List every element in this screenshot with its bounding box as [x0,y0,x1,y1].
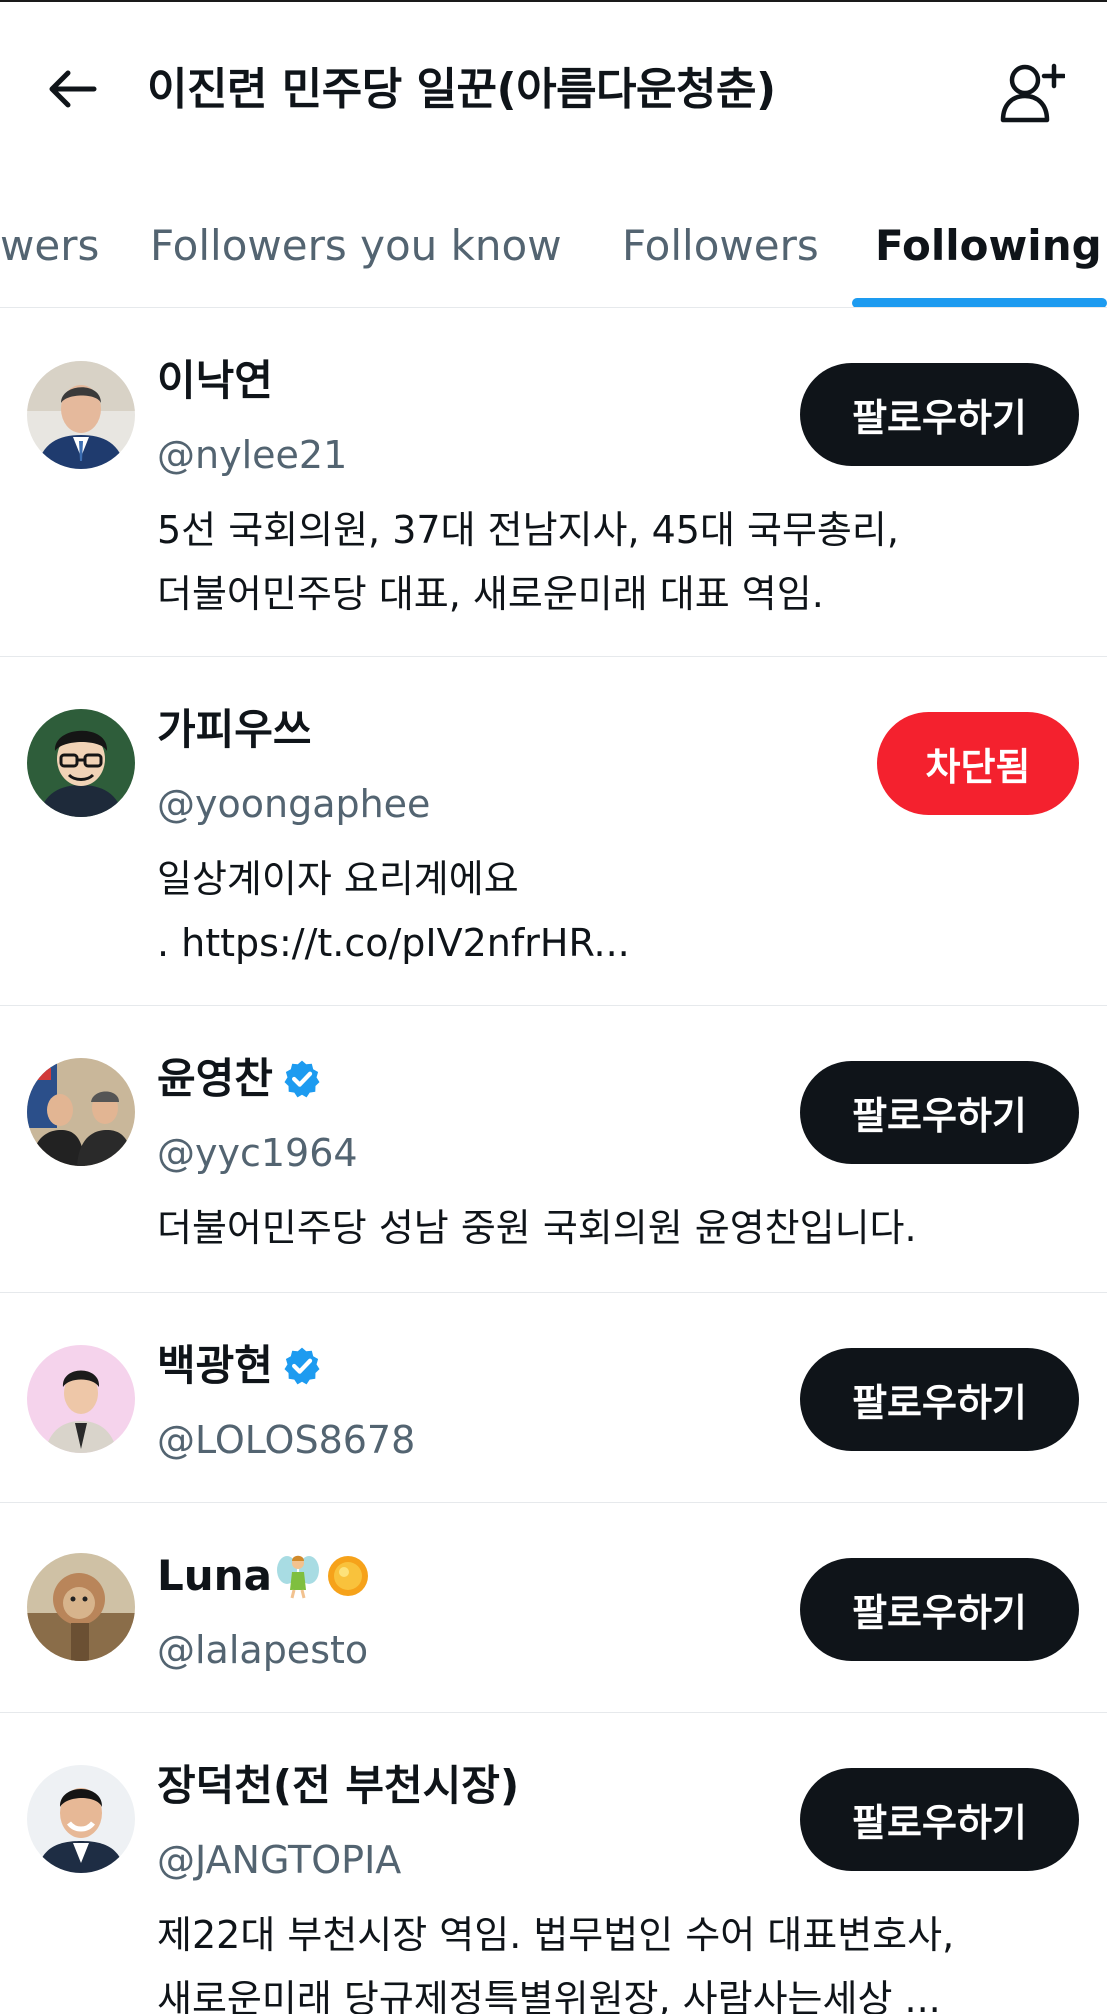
list-item[interactable]: 가피우쓰 @yoongaphee 차단됨 일상계이자 요리계에요 . https… [0,657,1107,1006]
list-item[interactable]: Luna @lalapesto 팔로우하기 [0,1503,1107,1713]
back-button[interactable] [40,57,104,121]
follow-button[interactable]: 팔로우하기 [800,363,1079,466]
user-handle: @yyc1964 [157,1131,358,1175]
bio-line: 제22대 부천시장 역임. 법무법인 수어 대표변호사, [157,1913,955,1957]
user-bio: 제22대 부천시장 역임. 법무법인 수어 대표변호사, 새로운미래 당규제정특… [157,1903,1077,2014]
sun-emoji-icon [327,1556,368,1596]
user-name-text: 이낙연 [157,356,273,405]
bio-line: 더불어민주당 대표, 새로운미래 대표 역임. [157,572,824,616]
verified-badge-icon [284,1060,320,1098]
bio-line: 일상계이자 요리계에요 [157,857,519,901]
tab-followers[interactable]: Followers [622,218,819,274]
active-tab-indicator [852,298,1107,307]
user-name-text: Luna [157,1551,272,1600]
follow-button[interactable]: 팔로우하기 [800,1061,1079,1164]
arrow-left-icon [49,70,97,108]
follow-button[interactable]: 팔로우하기 [800,1768,1079,1871]
avatar[interactable] [27,1553,135,1661]
avatar-image [27,1765,135,1873]
tab-followers-you-know[interactable]: Followers you know [150,218,562,274]
verified-badge-icon [284,1347,320,1385]
user-name: 윤영찬 [157,1051,323,1107]
tab-verified-followers[interactable]: wers [0,218,99,274]
user-handle: @lalapesto [157,1628,369,1672]
tab-bar: wers Followers you know Followers Follow… [0,178,1107,308]
avatar[interactable] [27,1058,135,1166]
tab-following[interactable]: Following [875,218,1102,274]
user-name: 백광현 [157,1338,323,1394]
user-name: 장덕천(전 부천시장) [157,1758,519,1814]
user-name: 가피우쓰 [157,702,312,758]
avatar-image [27,1058,135,1166]
avatar-image [27,709,135,817]
list-item[interactable]: 이낙연 @nylee21 팔로우하기 5선 국회의원, 37대 전남지사, 45… [0,308,1107,657]
avatar[interactable] [27,361,135,469]
bio-line: . https://t.co/pIV2nfrHR... [157,921,630,965]
avatar[interactable] [27,709,135,817]
avatar-image [27,1345,135,1453]
user-name-text: 윤영찬 [157,1054,273,1103]
avatar-image [27,361,135,469]
user-bio: 더불어민주당 성남 중원 국회의원 윤영찬입니다. [157,1196,1077,1260]
user-name-text: 가피우쓰 [157,705,312,754]
user-handle: @yoongaphee [157,782,431,826]
avatar[interactable] [27,1765,135,1873]
list-item[interactable]: 윤영찬 @yyc1964 팔로우하기 더불어민주당 성남 중원 국회의원 윤영찬… [0,1006,1107,1293]
bio-line: 새로운미래 당규제정특별위원장, 사람사는세상 ... [157,1977,941,2014]
list-item[interactable]: 백광현 @LOLOS8678 팔로우하기 [0,1293,1107,1503]
fairy-emoji-icon [276,1555,319,1599]
list-item[interactable]: 장덕천(전 부천시장) @JANGTOPIA 팔로우하기 제22대 부천시장 역… [0,1713,1107,2014]
add-user-icon [1000,63,1065,123]
follow-button[interactable]: 팔로우하기 [800,1558,1079,1661]
follow-button[interactable]: 팔로우하기 [800,1348,1079,1451]
user-bio: 일상계이자 요리계에요 . https://t.co/pIV2nfrHR... [157,847,1077,975]
tab-label: wers [0,221,100,270]
following-list: 이낙연 @nylee21 팔로우하기 5선 국회의원, 37대 전남지사, 45… [0,308,1107,2014]
user-name: 이낙연 [157,353,273,409]
avatar[interactable] [27,1345,135,1453]
blocked-button[interactable]: 차단됨 [877,712,1079,815]
bio-line: 5선 국회의원, 37대 전남지사, 45대 국무총리, [157,508,899,552]
avatar-image [27,1553,135,1661]
add-user-button[interactable] [996,57,1068,129]
page-title: 이진련 민주당 일꾼(아름다운청춘) [147,64,776,115]
header: 이진련 민주당 일꾼(아름다운청춘) [0,2,1107,178]
user-name-text: 백광현 [157,1341,273,1390]
user-handle: @LOLOS8678 [157,1418,416,1462]
bio-line: 더불어민주당 성남 중원 국회의원 윤영찬입니다. [157,1206,917,1250]
user-bio: 5선 국회의원, 37대 전남지사, 45대 국무총리, 더불어민주당 대표, … [157,498,1077,626]
user-handle: @nylee21 [157,433,348,477]
user-name-text: 장덕천(전 부천시장) [157,1761,520,1810]
user-name: Luna [157,1548,372,1604]
user-handle: @JANGTOPIA [157,1838,402,1882]
